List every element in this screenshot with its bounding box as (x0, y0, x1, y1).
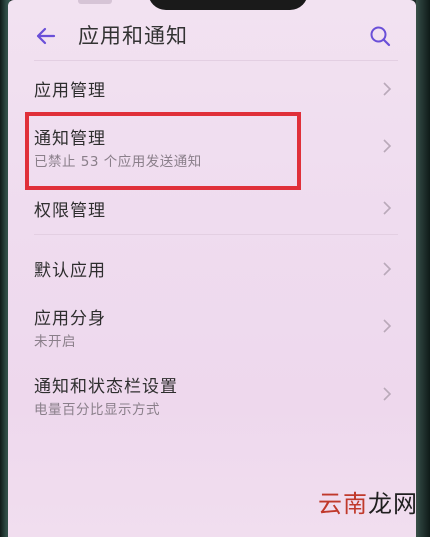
chevron-right-icon (383, 387, 392, 401)
watermark-part2: 龙网 (368, 490, 418, 518)
item-label: 通知和状态栏设置 (34, 377, 178, 397)
settings-item-app-management[interactable]: 应用管理 (8, 68, 416, 112)
settings-item-notification-statusbar[interactable]: 通知和状态栏设置 电量百分比显示方式 (8, 364, 416, 430)
chevron-right-icon (383, 201, 392, 215)
settings-item-permission-management[interactable]: 权限管理 (8, 188, 416, 230)
page-title: 应用和通知 (78, 24, 188, 48)
item-label: 应用管理 (34, 81, 106, 101)
watermark: 云南龙网 (318, 484, 418, 519)
item-subtitle: 未开启 (34, 334, 76, 350)
item-subtitle: 电量百分比显示方式 (34, 402, 160, 418)
status-indicator (78, 0, 112, 4)
chevron-right-icon (383, 319, 392, 333)
chevron-right-icon (383, 139, 392, 153)
item-label: 权限管理 (34, 201, 106, 221)
divider (34, 60, 398, 61)
chevron-right-icon (383, 262, 392, 276)
back-button[interactable] (32, 22, 60, 50)
settings-item-default-apps[interactable]: 默认应用 (8, 246, 416, 292)
item-label: 应用分身 (34, 309, 106, 329)
search-icon (370, 26, 391, 47)
settings-screen: 应用和通知 应用管理 通知管理 已禁止 53 个应用发送通知 权限管理 默认应用… (8, 0, 416, 537)
arrow-left-icon (36, 27, 56, 45)
item-label: 默认应用 (34, 261, 106, 281)
settings-item-app-twin[interactable]: 应用分身 未开启 (8, 296, 416, 358)
search-button[interactable] (366, 22, 394, 50)
divider (34, 234, 398, 235)
highlight-box (25, 112, 301, 190)
chevron-right-icon (383, 82, 392, 96)
app-bar: 应用和通知 (8, 14, 416, 58)
phone-bezel-right (416, 0, 430, 537)
camera-notch (148, 0, 308, 10)
watermark-part1: 云南 (318, 490, 368, 518)
